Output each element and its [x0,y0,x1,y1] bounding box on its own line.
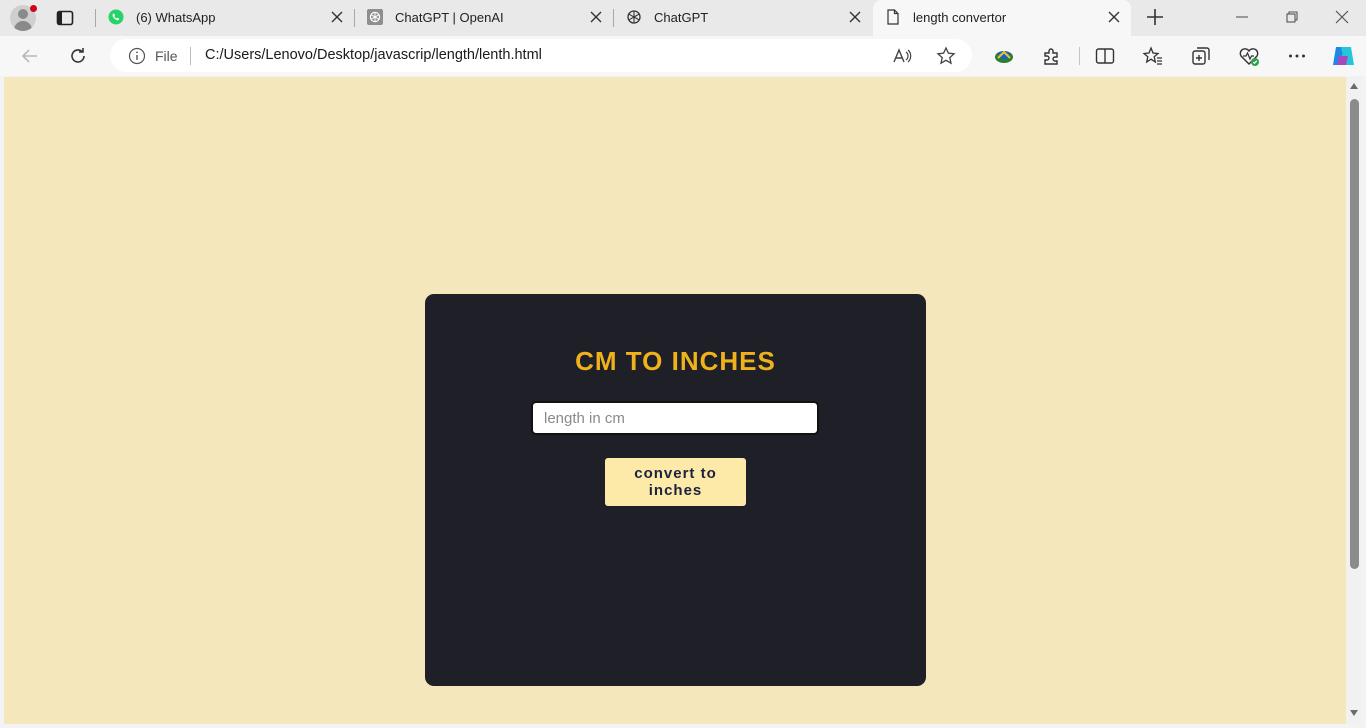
window-bottom-edge [0,724,1366,728]
whatsapp-icon [108,9,124,25]
address-bar[interactable]: File C:/Users/Lenovo/Desktop/javascrip/l… [110,39,972,72]
openai-icon [627,10,641,24]
tab-actions-icon[interactable] [56,9,74,27]
close-tab-icon[interactable] [330,10,344,24]
length-cm-input[interactable] [531,401,819,435]
extension-globe-icon[interactable] [993,45,1015,67]
convert-to-inches-button[interactable]: convert to inches [605,458,746,506]
page-viewport: CM TO INCHES convert to inches [4,77,1346,724]
browser-essentials-icon[interactable] [1238,45,1260,67]
tab-title: ChatGPT [654,10,709,25]
extensions-puzzle-icon[interactable] [1041,45,1063,67]
close-tab-icon[interactable] [848,10,862,24]
address-divider [190,47,191,65]
scroll-up-arrow-icon[interactable] [1350,83,1358,89]
collections-icon[interactable] [1190,45,1212,67]
close-tab-icon[interactable] [1107,10,1121,24]
notification-dot-icon [30,5,37,12]
tab-length-convertor[interactable]: length convertor [873,0,1131,36]
new-tab-icon[interactable] [1146,8,1164,26]
converter-card: CM TO INCHES convert to inches [425,294,926,686]
tab-chatgpt-openai[interactable]: ChatGPT | OpenAI [355,0,613,36]
minimize-icon[interactable] [1235,10,1249,24]
refresh-icon[interactable] [68,46,88,66]
scheme-label: File [155,48,178,64]
vertical-scrollbar[interactable] [1346,77,1362,724]
more-options-icon[interactable] [1286,45,1308,67]
split-screen-icon[interactable] [1094,45,1116,67]
favorites-icon[interactable] [1142,45,1164,67]
toolbar-separator [1079,47,1080,65]
url-text[interactable]: C:/Users/Lenovo/Desktop/javascrip/length… [205,47,542,63]
back-arrow-icon[interactable] [20,46,40,66]
close-tab-icon[interactable] [589,10,603,24]
copilot-icon[interactable] [1330,43,1356,69]
tab-title: ChatGPT | OpenAI [395,10,504,25]
scroll-down-arrow-icon[interactable] [1350,710,1358,716]
tab-title: (6) WhatsApp [136,10,216,25]
openai-icon [367,9,383,25]
document-icon [887,9,899,25]
favorite-star-icon[interactable] [936,46,956,66]
browser-toolbar: File C:/Users/Lenovo/Desktop/javascrip/l… [0,36,1366,76]
restore-icon[interactable] [1285,10,1299,24]
info-icon[interactable] [128,47,146,65]
tab-chatgpt[interactable]: ChatGPT [614,0,872,36]
read-aloud-icon[interactable] [892,46,912,66]
tab-strip: (6) WhatsApp ChatGPT | OpenAI ChatGPT le… [0,0,1366,36]
tab-whatsapp[interactable]: (6) WhatsApp [96,0,354,36]
tab-title: length convertor [913,10,1007,25]
page-title: CM TO INCHES [575,346,776,376]
scroll-thumb[interactable] [1350,99,1359,569]
close-window-icon[interactable] [1335,10,1349,24]
